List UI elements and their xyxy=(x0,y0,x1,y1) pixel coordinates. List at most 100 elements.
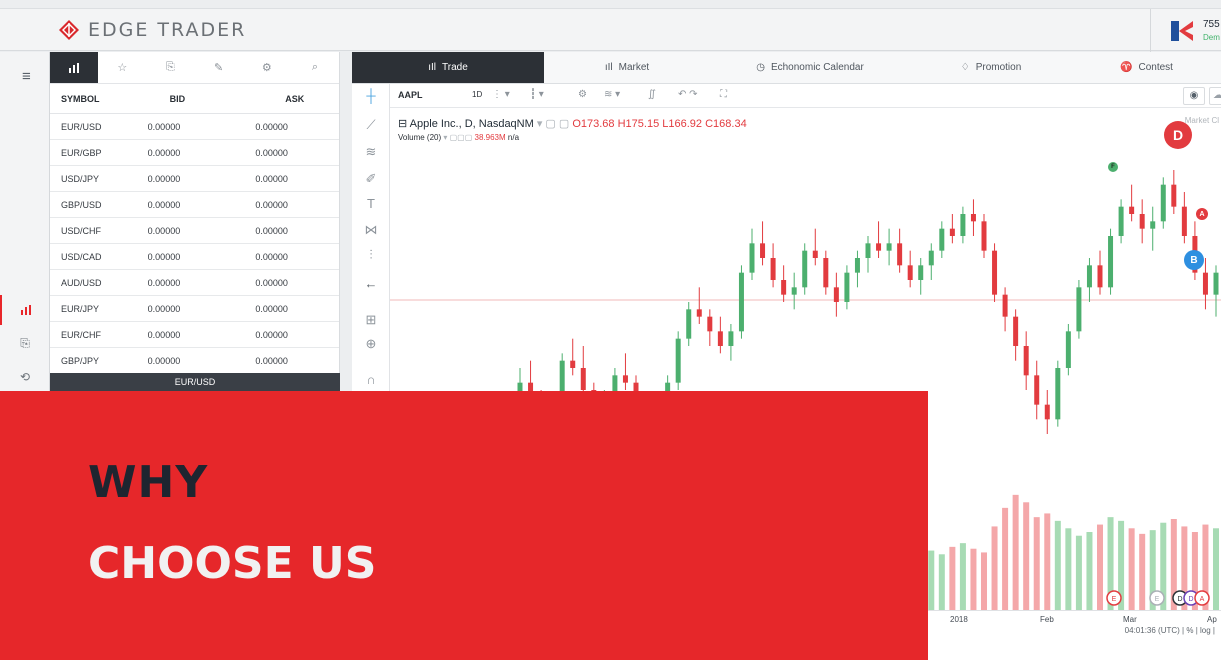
chart-icon: ıIl xyxy=(428,62,436,73)
tab-echonomic-calendar[interactable]: ◷ Echonomic Calendar xyxy=(710,52,910,83)
watchlist-tab-star-icon[interactable]: ☆ xyxy=(98,52,147,84)
marker-d[interactable]: D xyxy=(1164,121,1192,149)
candle-body xyxy=(686,309,692,339)
log-toggle[interactable]: log xyxy=(1200,626,1211,635)
watchlist-row[interactable]: USD/JPY 0.00000 0.00000 xyxy=(50,166,339,192)
tab-market[interactable]: ıIl Market xyxy=(544,52,710,83)
tab-trade[interactable]: ıIl Trade xyxy=(352,52,544,83)
tab-label: Echonomic Calendar xyxy=(770,62,864,73)
watchlist-tab-gear-icon[interactable]: ⚙ xyxy=(242,52,291,84)
watchlist-rows: EUR/USD 0.00000 0.00000 EUR/GBP 0.00000 0.000… xyxy=(50,114,339,374)
col-ask[interactable]: ASK xyxy=(245,94,339,104)
logo-diamond-icon xyxy=(59,20,79,40)
watchlist-cell-bid: 0.00000 xyxy=(147,147,181,158)
back-arrow-icon[interactable]: ← xyxy=(361,276,381,291)
watchlist-cell-bid: 0.00000 xyxy=(147,277,181,288)
timeframe-select[interactable]: 1D xyxy=(472,90,482,99)
watchlist-cell-ask: 0.00000 xyxy=(255,147,288,158)
candle-body xyxy=(738,272,744,332)
watchlist-row[interactable]: GBP/USD 0.00000 0.00000 xyxy=(50,192,339,218)
watchlist-row[interactable]: EUR/USD 0.00000 0.00000 xyxy=(50,114,339,140)
account-panel[interactable]: 755 Dem xyxy=(1150,9,1221,52)
hamburger-menu-icon[interactable]: ≡ xyxy=(22,68,31,85)
camera-icon[interactable]: ◉ xyxy=(1183,87,1205,105)
candle-body xyxy=(760,243,766,258)
watchlist-footer[interactable]: EUR/USD xyxy=(50,373,340,392)
watchlist-tab-chart-icon[interactable] xyxy=(50,52,99,84)
pattern-icon[interactable]: ⋈ xyxy=(361,222,381,238)
more-icon[interactable]: ⋮ ▾ xyxy=(492,89,510,100)
text-tool-icon[interactable]: T xyxy=(361,196,381,211)
candle-body xyxy=(939,228,945,251)
candle-body xyxy=(1108,236,1114,288)
sidenav-history-icon[interactable]: ⟲ xyxy=(0,362,50,392)
tab-promotion[interactable]: ♢ Promotion xyxy=(910,52,1072,83)
watchlist-cell-bid: 0.00000 xyxy=(147,199,181,210)
fullscreen-icon[interactable]: ⛶ xyxy=(720,89,727,100)
chart-icon xyxy=(21,305,31,315)
watchlist-cell-symbol: GBP/USD xyxy=(61,199,102,210)
watchlist-row[interactable]: EUR/JPY 0.00000 0.00000 xyxy=(50,296,339,322)
brand-logo[interactable]: EDGE TRADER xyxy=(58,19,246,41)
candle-body xyxy=(960,214,966,236)
watchlist-row[interactable]: EUR/GBP 0.00000 0.00000 xyxy=(50,140,339,166)
watchlist-row[interactable]: USD/CHF 0.00000 0.00000 xyxy=(50,218,339,244)
candle-body xyxy=(728,331,734,346)
col-bid[interactable]: BID xyxy=(148,94,246,104)
volume-bar xyxy=(981,552,987,610)
volume-bar xyxy=(1002,507,1009,610)
percent-toggle[interactable]: % xyxy=(1186,626,1193,635)
trendline-icon[interactable]: ⟋ xyxy=(361,117,381,133)
settings-icon[interactable]: ⚙ xyxy=(578,89,587,100)
event-marker-label: E xyxy=(1155,596,1160,603)
brush-icon[interactable]: ✐ xyxy=(361,171,381,187)
watchlist-cell-symbol: EUR/USD xyxy=(61,121,102,132)
candle-body xyxy=(1034,375,1040,405)
zoom-in-icon[interactable]: ⊕ xyxy=(361,336,381,352)
sidenav-chart-icon[interactable] xyxy=(0,295,50,325)
candle-body xyxy=(770,258,776,280)
volume-bar xyxy=(1075,535,1082,610)
crosshair-icon[interactable]: ┼ xyxy=(361,88,381,103)
watchlist-tab-pin-icon[interactable]: ✎ xyxy=(194,52,243,84)
marker-a[interactable]: A xyxy=(1196,208,1208,220)
watchlist-tab-search-icon[interactable]: ⌕ xyxy=(290,52,340,84)
watchlist-tab-copy-icon[interactable]: ⎘ xyxy=(146,52,195,84)
watchlist-row[interactable]: GBP/JPY 0.00000 0.00000 xyxy=(50,348,339,374)
watchlist-cell-bid: 0.00000 xyxy=(147,303,181,314)
account-number: 755 xyxy=(1203,19,1220,30)
watchlist-row[interactable]: EUR/CHF 0.00000 0.00000 xyxy=(50,322,339,348)
marker-b[interactable]: B xyxy=(1184,250,1204,270)
undo-icon[interactable]: ↶ ↷ xyxy=(678,89,698,100)
candle-body xyxy=(886,243,892,251)
fib-icon[interactable]: ≋ xyxy=(361,144,381,160)
cloud-icon[interactable]: ☁ xyxy=(1209,87,1221,105)
brand-name: EDGE TRADER xyxy=(88,19,247,41)
sidenav-document-icon[interactable]: ⎘ xyxy=(0,328,50,358)
tab-contest[interactable]: ♈ Contest xyxy=(1072,52,1221,83)
ruler-icon[interactable]: ⊞ xyxy=(361,312,381,328)
candle-body xyxy=(854,258,860,273)
magnet-icon[interactable]: ∩ xyxy=(361,372,381,387)
compare-icon[interactable]: ∬ xyxy=(648,89,656,100)
tab-label: Promotion xyxy=(975,62,1022,73)
marker-f[interactable]: F xyxy=(1108,162,1118,172)
app-root: EDGE TRADER 755 Dem ≡ ⎘ ⟲ ☆ ⎘ ✎ ⚙ ⌕ SYMB… xyxy=(0,0,1221,660)
promo-heading-line1: WHY xyxy=(88,457,209,508)
candle-body xyxy=(981,221,987,251)
watchlist-row[interactable]: USD/CAD 0.00000 0.00000 xyxy=(50,244,339,270)
chart-symbol-input[interactable]: AAPL xyxy=(398,90,423,100)
measure-icon[interactable]: ⫶ xyxy=(361,247,381,263)
watchlist-cell-bid: 0.00000 xyxy=(147,251,181,262)
candle-body xyxy=(696,309,702,317)
candle-body xyxy=(949,228,955,236)
candle-body xyxy=(1213,272,1219,295)
candle-body xyxy=(1118,206,1124,236)
candle-body xyxy=(1023,346,1029,376)
candle-type-icon[interactable]: ┇ ▾ xyxy=(530,89,544,100)
col-symbol[interactable]: SYMBOL xyxy=(50,94,148,104)
indicators-icon[interactable]: ≋ ▾ xyxy=(604,89,620,100)
watchlist-row[interactable]: AUD/USD 0.00000 0.00000 xyxy=(50,270,339,296)
status-time: 04:01:36 (UTC) xyxy=(1124,626,1180,635)
watchlist-cell-symbol: EUR/GBP xyxy=(61,147,102,158)
